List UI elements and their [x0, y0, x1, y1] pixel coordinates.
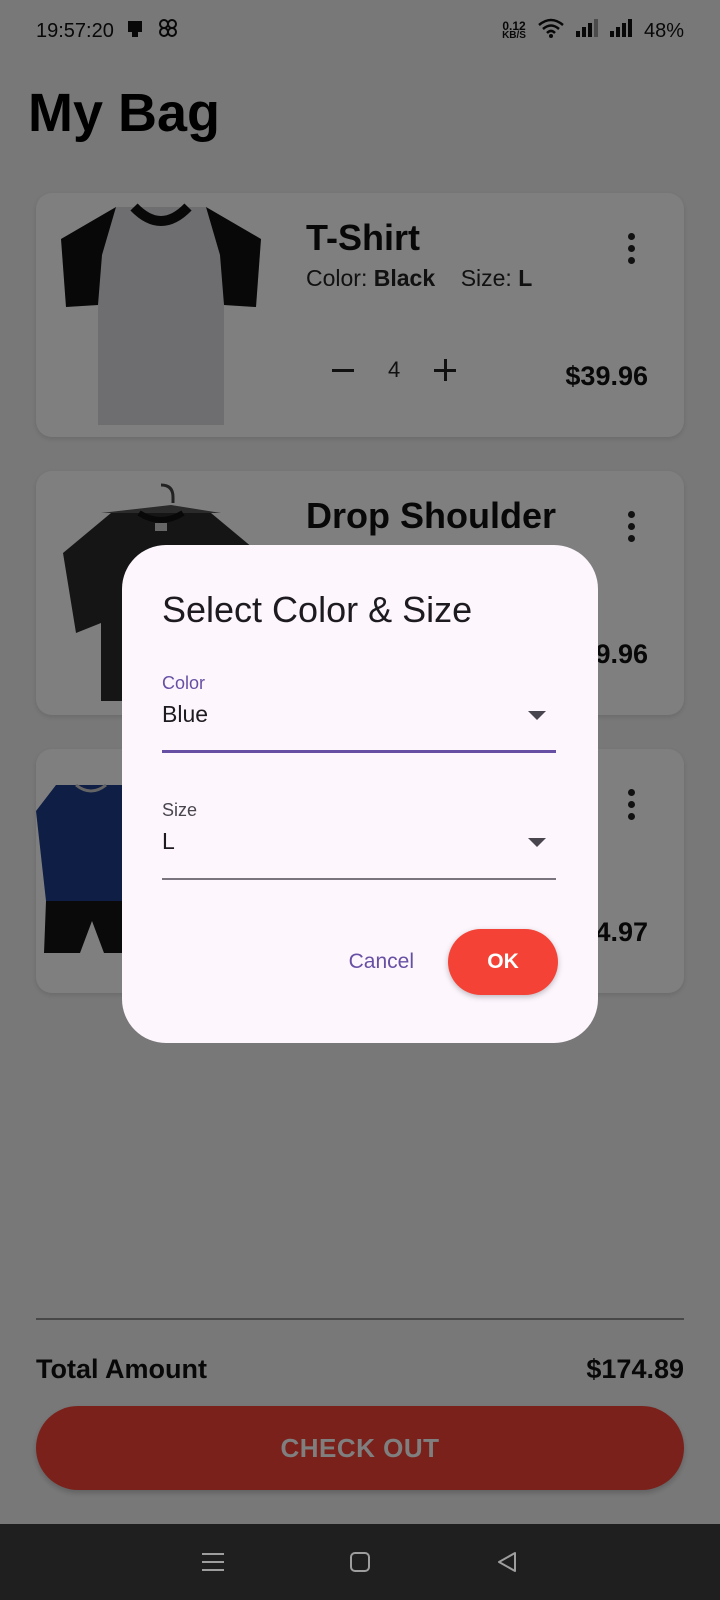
size-field-underline [162, 878, 556, 880]
color-field-value: Blue [162, 701, 209, 727]
color-field-label: Color [162, 673, 206, 693]
dropdown-arrow-icon [528, 838, 546, 847]
size-dropdown[interactable]: Size L [162, 800, 556, 880]
size-field-value: L [162, 828, 175, 854]
dialog-title: Select Color & Size [162, 589, 473, 630]
color-field-underline [162, 750, 556, 753]
select-color-size-dialog: Select Color & Size Color Blue Size L Ca… [122, 545, 598, 1043]
cancel-button[interactable]: Cancel [349, 950, 414, 974]
back-icon[interactable] [487, 1542, 527, 1582]
menu-icon[interactable] [193, 1542, 233, 1582]
size-field-label: Size [162, 800, 198, 820]
dropdown-arrow-icon [528, 711, 546, 720]
color-dropdown[interactable]: Color Blue [162, 673, 556, 753]
navigation-bar [0, 1524, 720, 1600]
dialog-actions: Cancel OK [349, 929, 558, 995]
home-icon[interactable] [340, 1542, 380, 1582]
ok-button[interactable]: OK [448, 929, 558, 995]
